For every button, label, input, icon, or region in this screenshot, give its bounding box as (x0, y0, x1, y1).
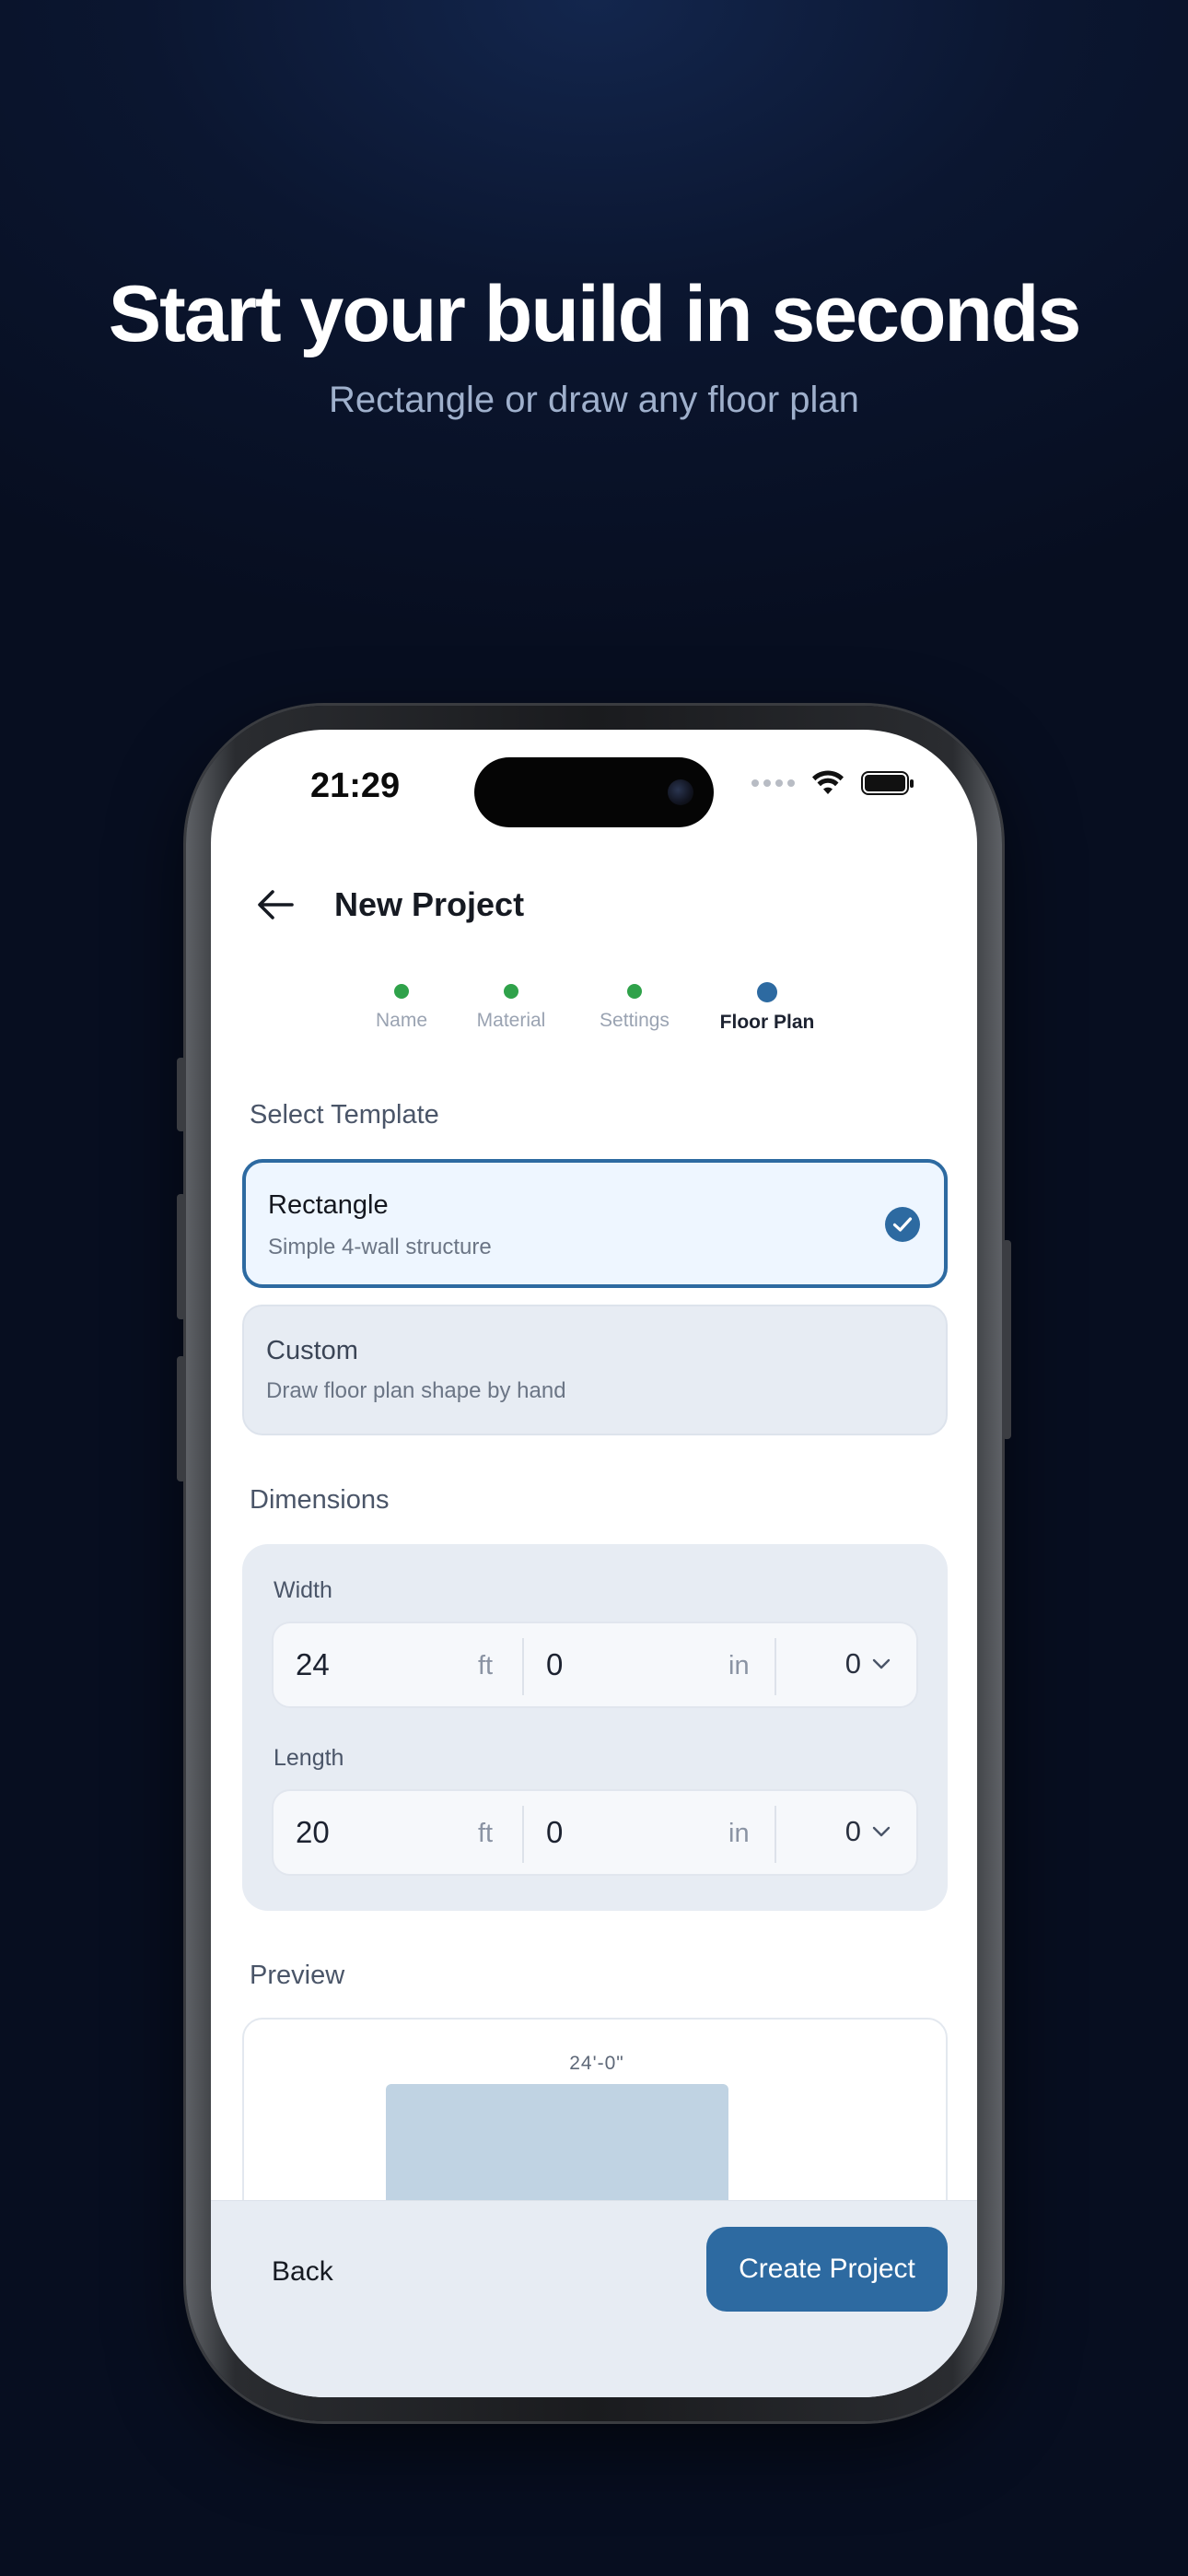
width-feet-input[interactable]: 24 (296, 1647, 330, 1682)
template-option-description: Simple 4-wall structure (268, 1235, 492, 1259)
select-template-label: Select Template (250, 1100, 439, 1130)
phone-power-button (1002, 1240, 1011, 1439)
phone-side-button (177, 1356, 186, 1481)
checkmark-icon (885, 1207, 920, 1242)
width-fraction-select[interactable]: 0 (845, 1647, 891, 1680)
phone-screen: 21:29 New Project Name Material Settings… (211, 730, 977, 2397)
cellular-dots-icon (751, 779, 795, 787)
width-inches-input[interactable]: 0 (546, 1647, 563, 1682)
length-inches-unit: in (728, 1819, 750, 1848)
width-feet-unit: ft (478, 1651, 494, 1680)
progress-stepper: Name Material Settings Floor Plan (211, 982, 977, 1048)
divider (522, 1638, 524, 1695)
length-feet-input[interactable]: 20 (296, 1815, 330, 1850)
width-label: Width (274, 1577, 332, 1603)
bottom-action-bar: Back Create Project (211, 2200, 977, 2397)
step-settings: Settings (561, 984, 708, 1032)
hero-title: Start your build in seconds (108, 270, 1082, 358)
step-label: Floor Plan (719, 1012, 815, 1033)
template-option-description: Draw floor plan shape by hand (266, 1378, 566, 1403)
create-project-button[interactable]: Create Project (706, 2227, 948, 2312)
step-complete-dot (504, 984, 518, 999)
step-floor-plan: Floor Plan (693, 982, 841, 1034)
length-inches-input[interactable]: 0 (546, 1815, 563, 1850)
arrow-left-icon[interactable] (251, 881, 299, 929)
phone-side-button (177, 1194, 186, 1319)
chevron-down-icon (872, 1826, 891, 1837)
chevron-down-icon (872, 1658, 891, 1669)
length-fraction-select[interactable]: 0 (845, 1815, 891, 1848)
status-icons (751, 770, 914, 796)
step-active-dot (757, 982, 777, 1002)
hero-subtitle: Rectangle or draw any floor plan (329, 380, 859, 420)
width-input-row: 24 ft 0 in 0 (272, 1622, 918, 1708)
length-fraction-value: 0 (844, 1815, 861, 1847)
divider (775, 1806, 776, 1863)
template-option-rectangle[interactable]: Rectangle Simple 4-wall structure (242, 1159, 948, 1288)
width-fraction-value: 0 (844, 1647, 861, 1680)
length-label: Length (274, 1745, 344, 1771)
length-input-row: 20 ft 0 in 0 (272, 1789, 918, 1876)
dimensions-panel: Width 24 ft 0 in 0 Length 20 ft 0 in 0 (242, 1544, 948, 1911)
step-complete-dot (627, 984, 642, 999)
width-inches-unit: in (728, 1651, 750, 1680)
template-option-custom[interactable]: Custom Draw floor plan shape by hand (242, 1305, 948, 1435)
dynamic-island (474, 757, 714, 827)
status-time: 21:29 (310, 767, 401, 805)
template-option-title: Rectangle (268, 1190, 389, 1220)
wifi-icon (812, 770, 844, 794)
length-feet-unit: ft (478, 1819, 494, 1848)
preview-width-dimension: 24'-0" (569, 2053, 624, 2074)
preview-label: Preview (250, 1961, 345, 1990)
battery-icon (861, 771, 914, 795)
template-option-title: Custom (266, 1336, 358, 1365)
page-title: New Project (334, 885, 525, 923)
nav-bar: New Project (251, 877, 524, 932)
divider (775, 1638, 776, 1695)
phone-side-button (177, 1058, 186, 1131)
dimensions-label: Dimensions (250, 1485, 390, 1515)
divider (522, 1806, 524, 1863)
step-label: Settings (600, 1010, 670, 1031)
step-complete-dot (394, 984, 409, 999)
camera-icon (668, 779, 693, 805)
back-button[interactable]: Back (251, 2240, 354, 2304)
